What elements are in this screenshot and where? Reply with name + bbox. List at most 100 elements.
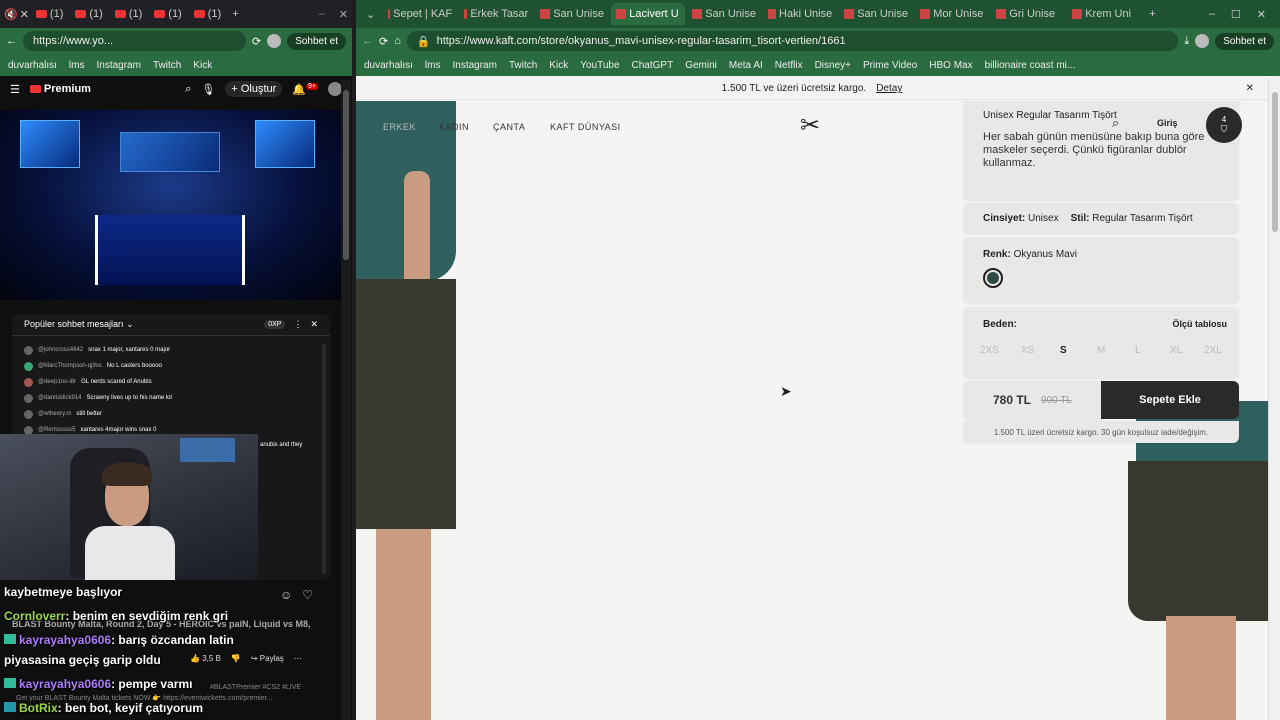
search-icon[interactable]: ⌕ — [1112, 115, 1119, 131]
bookmark-item[interactable]: Prime Video — [863, 60, 917, 71]
share-button[interactable]: ↪ Paylaş — [251, 654, 284, 663]
tab-youtube-5[interactable]: (1) — [189, 3, 226, 25]
new-tab-icon[interactable]: + — [1149, 8, 1155, 20]
profile-avatar[interactable] — [1195, 34, 1210, 48]
left-url-field[interactable]: https://www.yo... — [23, 31, 246, 51]
page-scrollbar[interactable] — [1268, 78, 1280, 720]
cart-button[interactable]: 4 ⛉ — [1206, 107, 1242, 143]
bookmark-item[interactable]: ChatGPT — [632, 60, 674, 71]
bookmark-item[interactable]: Instagram — [452, 60, 496, 71]
tab-youtube-2[interactable]: (1) — [70, 3, 107, 25]
mic-icon[interactable]: 🎙 — [201, 83, 215, 96]
avatar[interactable] — [328, 82, 342, 96]
download-icon[interactable]: ⤓ — [1184, 35, 1189, 48]
heart-icon[interactable]: ♡ — [302, 588, 313, 602]
browser-tab-active[interactable]: Lacivert U — [611, 3, 686, 25]
back-icon[interactable]: ← — [6, 35, 17, 47]
size-option-s-selected[interactable]: S — [1060, 345, 1067, 356]
color-swatch-selected[interactable] — [983, 268, 1003, 288]
close-icon[interactable]: ✕ — [20, 8, 29, 21]
size-chart-link[interactable]: Ölçü tablosu — [1172, 319, 1227, 329]
maximize-icon[interactable]: ☐ — [1231, 8, 1241, 21]
nav-kadin[interactable]: KADIN — [439, 122, 469, 132]
kaft-logo-icon[interactable]: ✂ — [800, 111, 820, 140]
refresh-icon[interactable]: ⟳ — [252, 35, 261, 48]
emoji-icon[interactable]: ☺ — [280, 588, 292, 602]
browser-tab[interactable]: San Unise — [839, 3, 913, 25]
size-option-2xs[interactable]: 2XS — [980, 345, 999, 356]
bookmark-item[interactable]: Instagram — [96, 60, 140, 71]
tab-youtube-1[interactable]: (1) — [31, 3, 68, 25]
browser-tab[interactable]: Gri Unise — [991, 3, 1065, 25]
points-badge[interactable]: 0XP — [264, 320, 286, 329]
copilot-button[interactable]: Sohbet et — [1215, 32, 1274, 50]
tab-actions-icon[interactable]: ⌄ — [366, 8, 375, 21]
back-icon[interactable]: ← — [362, 35, 373, 47]
nav-erkek[interactable]: ERKEK — [383, 122, 416, 132]
size-option-xs[interactable]: XS — [1021, 345, 1034, 356]
refresh-icon[interactable]: ⟳ — [379, 35, 388, 48]
bookmark-item[interactable]: Netflix — [775, 60, 803, 71]
bookmark-item[interactable]: Gemini — [685, 60, 717, 71]
menu-icon[interactable]: ☰ — [10, 83, 20, 96]
bookmark-item[interactable]: Kick — [549, 60, 568, 71]
browser-tab[interactable]: Haki Unise — [763, 3, 837, 25]
bell-icon[interactable]: 🔔 9+ — [292, 82, 318, 96]
create-button[interactable]: + Oluştur — [225, 81, 283, 97]
nav-kaft-dunyasi[interactable]: KAFT DÜNYASI — [550, 122, 621, 132]
bookmark-item[interactable]: billionaire coast mi... — [985, 60, 1076, 71]
search-icon[interactable]: ⌕ — [185, 83, 191, 96]
size-option-2xl[interactable]: 2XL — [1204, 345, 1222, 356]
new-tab-icon[interactable]: + — [232, 8, 238, 20]
browser-tab[interactable]: San Unise — [535, 3, 609, 25]
profile-avatar[interactable] — [267, 34, 282, 48]
browser-tab[interactable]: Mor Unise — [915, 3, 989, 25]
bookmark-item[interactable]: YouTube — [580, 60, 619, 71]
nav-canta[interactable]: ÇANTA — [493, 122, 525, 132]
chat-mode-selector[interactable]: Popüler sohbet mesajları ⌄ — [24, 319, 134, 330]
mute-icon[interactable]: 🔇 — [4, 8, 18, 21]
dislike-icon[interactable]: 👎 — [231, 654, 241, 663]
like-button[interactable]: 👍 3,5 B — [190, 654, 221, 663]
size-option-m[interactable]: M — [1097, 345, 1105, 356]
bookmark-item[interactable]: lms — [69, 60, 85, 71]
bookmark-item[interactable]: HBO Max — [929, 60, 972, 71]
bookmark-item[interactable]: Disney+ — [815, 60, 851, 71]
copilot-button[interactable]: Sohbet et — [287, 32, 346, 50]
close-icon[interactable]: ✕ — [310, 319, 318, 330]
more-icon[interactable]: ⋯ — [294, 654, 302, 663]
browser-tab[interactable]: Krem Uni — [1067, 3, 1141, 25]
avatar — [24, 409, 33, 419]
chat-scrollbar[interactable] — [322, 344, 326, 574]
scrollbar[interactable] — [341, 80, 351, 720]
promo-detail-link[interactable]: Detay — [876, 83, 902, 94]
minimize-icon[interactable]: – — [1209, 8, 1215, 20]
size-option-xl[interactable]: XL — [1170, 345, 1182, 356]
browser-tab[interactable]: Sepet | KAF — [383, 3, 457, 25]
browser-tab[interactable]: Erkek Tasar — [459, 3, 533, 25]
close-window-icon[interactable]: ✕ — [1257, 8, 1266, 21]
right-url-field[interactable]: 🔒 https://www.kaft.com/store/okyanus_mavi… — [406, 31, 1179, 51]
tab-youtube-3[interactable]: (1) — [110, 3, 147, 25]
bookmark-item[interactable]: Meta AI — [729, 60, 763, 71]
size-option-l[interactable]: L — [1135, 345, 1141, 356]
bookmark-item[interactable]: Twitch — [509, 60, 537, 71]
bookmark-item[interactable]: Kick — [193, 60, 212, 71]
scroll-thumb[interactable] — [1272, 92, 1278, 232]
bookmark-item[interactable]: duvarhalısı — [364, 60, 413, 71]
scroll-thumb[interactable] — [343, 90, 349, 260]
browser-tab[interactable]: San Unise — [687, 3, 761, 25]
more-icon[interactable]: ⋮ — [293, 319, 302, 330]
home-icon[interactable]: ⌂ — [394, 35, 401, 47]
close-window-icon[interactable]: ✕ — [339, 8, 348, 21]
close-icon[interactable]: ✕ — [1246, 83, 1254, 94]
add-to-cart-button[interactable]: Sepete Ekle — [1101, 381, 1239, 419]
video-player[interactable] — [0, 110, 341, 300]
youtube-logo[interactable]: Premium — [29, 83, 91, 95]
tab-youtube-4[interactable]: (1) — [149, 3, 186, 25]
bookmark-item[interactable]: lms — [425, 60, 441, 71]
bookmark-item[interactable]: Twitch — [153, 60, 181, 71]
login-link[interactable]: Giriş — [1157, 118, 1178, 128]
bookmark-item[interactable]: duvarhalısı — [8, 60, 57, 71]
minimize-icon[interactable]: – — [319, 8, 325, 20]
